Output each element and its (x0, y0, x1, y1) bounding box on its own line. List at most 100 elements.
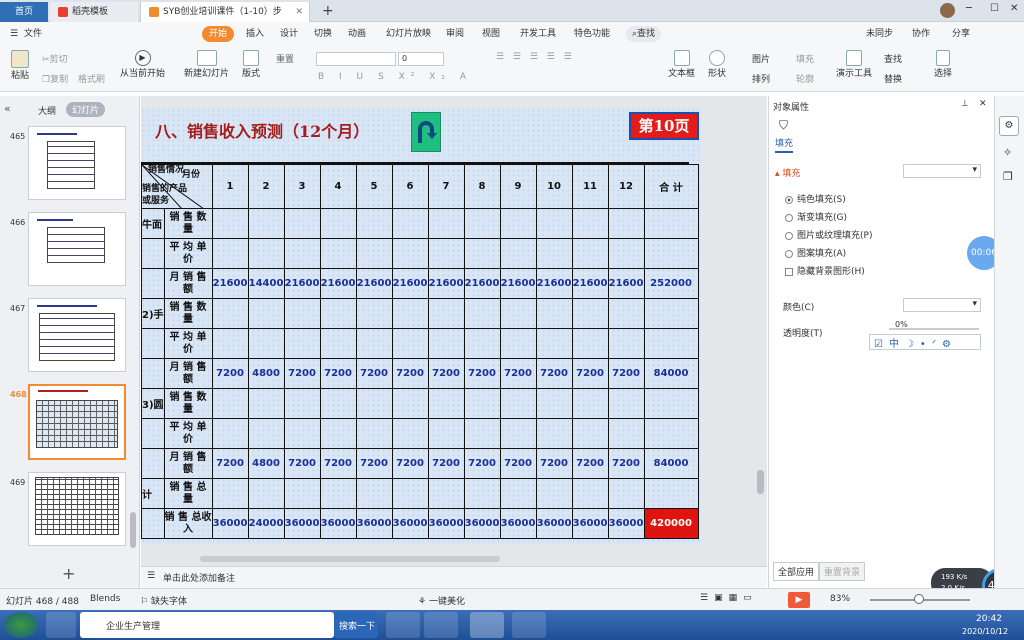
table-cell[interactable] (427, 298, 465, 329)
missing-font-button[interactable]: ⚐ 缺失字体 (140, 594, 187, 607)
slide-thumbnail[interactable] (28, 212, 126, 286)
table-cell[interactable]: 7200 (607, 358, 645, 389)
table-cell[interactable] (283, 208, 321, 239)
window-close-icon[interactable]: ✕ (1010, 3, 1018, 14)
table-cell[interactable] (571, 478, 609, 509)
table-cell[interactable]: 7200 (319, 448, 357, 479)
table-cell[interactable] (535, 388, 573, 419)
table-cell[interactable]: 14400 (247, 268, 285, 299)
table-cell[interactable]: 36000 (571, 508, 609, 539)
table-cell[interactable]: 21600 (211, 268, 249, 299)
table-cell[interactable]: 21600 (607, 268, 645, 299)
color-picker[interactable]: ▾ (903, 298, 981, 312)
table-cell[interactable]: 7200 (211, 358, 249, 389)
font-style-buttons[interactable]: B I U S X² X₂ A (318, 72, 472, 82)
table-cell[interactable] (499, 208, 537, 239)
table-cell[interactable] (391, 388, 429, 419)
close-panel-icon[interactable]: ✕ (979, 99, 987, 109)
table-cell[interactable] (535, 418, 573, 449)
radio-solid-fill[interactable]: 纯色填充(S) (785, 192, 846, 205)
view-buttons[interactable]: ☰▣▦▭ (700, 593, 758, 603)
table-cell[interactable] (247, 238, 285, 269)
transparency-slider[interactable] (889, 328, 979, 330)
table-cell[interactable] (319, 478, 357, 509)
table-cell[interactable] (283, 388, 321, 419)
table-cell[interactable]: 36000 (499, 508, 537, 539)
table-cell[interactable]: 252000 (643, 268, 699, 299)
hide-bg-checkbox[interactable]: 隐藏背景图形(H) (785, 264, 865, 277)
menu-file[interactable]: 文件 (24, 26, 42, 42)
play-slideshow-button[interactable]: ▶ (788, 592, 810, 608)
table-cell[interactable] (643, 208, 699, 239)
table-cell[interactable] (355, 478, 393, 509)
table-cell[interactable] (247, 388, 285, 419)
table-cell[interactable] (283, 238, 321, 269)
table-cell[interactable]: 36000 (427, 508, 465, 539)
table-cell[interactable] (355, 328, 393, 359)
table-cell[interactable]: 36000 (211, 508, 249, 539)
sync-status[interactable]: 未同步 (866, 26, 893, 42)
table-cell[interactable] (427, 328, 465, 359)
table-cell[interactable] (427, 478, 465, 509)
thumbnail-scrollbar[interactable] (130, 512, 136, 548)
paste-button[interactable]: 粘贴 (8, 50, 32, 81)
tab-document[interactable]: SYB创业培训课件（1-10）步 ✕ (140, 2, 310, 22)
table-cell[interactable] (391, 208, 429, 239)
table-cell[interactable]: 7200 (211, 448, 249, 479)
table-cell[interactable]: 4800 (247, 448, 285, 479)
cut-button[interactable]: ✂剪切 (42, 52, 68, 65)
table-cell[interactable] (211, 478, 249, 509)
table-cell[interactable] (319, 328, 357, 359)
menu-devtools[interactable]: 开发工具 (520, 26, 556, 42)
table-cell[interactable] (463, 328, 501, 359)
table-cell[interactable]: 36000 (607, 508, 645, 539)
shape-button[interactable]: 形状 (708, 50, 726, 79)
collapse-panel-icon[interactable]: « (4, 102, 11, 115)
table-cell[interactable] (571, 328, 609, 359)
layout-button[interactable]: 版式 (242, 50, 260, 79)
table-cell[interactable] (643, 418, 699, 449)
radio-gradient-fill[interactable]: 渐变填充(G) (785, 210, 847, 223)
table-cell[interactable]: 36000 (355, 508, 393, 539)
outline-button[interactable]: 轮廓 (796, 72, 814, 85)
table-cell[interactable] (211, 388, 249, 419)
table-cell[interactable]: 21600 (427, 268, 465, 299)
table-cell[interactable]: 7200 (499, 448, 537, 479)
table-cell[interactable] (427, 388, 465, 419)
slide-thumbnail[interactable] (28, 298, 126, 372)
table-cell[interactable]: 21600 (571, 268, 609, 299)
table-cell[interactable] (499, 298, 537, 329)
table-cell[interactable]: 7200 (391, 448, 429, 479)
table-cell[interactable]: 7200 (283, 448, 321, 479)
table-cell[interactable] (535, 298, 573, 329)
table-cell[interactable] (463, 208, 501, 239)
table-cell[interactable] (283, 328, 321, 359)
table-cell[interactable] (247, 298, 285, 329)
table-cell[interactable] (283, 298, 321, 329)
table-cell[interactable] (499, 478, 537, 509)
table-cell[interactable]: 36000 (463, 508, 501, 539)
table-cell[interactable]: 7200 (535, 448, 573, 479)
new-tab-icon[interactable]: + (322, 3, 334, 19)
table-cell[interactable] (571, 388, 609, 419)
table-cell[interactable] (463, 238, 501, 269)
fill-tab[interactable]: 填充 (775, 136, 794, 153)
table-cell[interactable]: 21600 (319, 268, 357, 299)
collaborate-button[interactable]: 协作 (912, 26, 930, 42)
table-cell[interactable] (283, 418, 321, 449)
notes-area[interactable]: ☰ 单击此处添加备注 (141, 566, 767, 588)
table-cell[interactable] (247, 328, 285, 359)
table-cell[interactable] (211, 298, 249, 329)
slide-title[interactable]: 八、销售收入预测（12个月） (155, 118, 369, 142)
table-cell[interactable] (607, 478, 645, 509)
table-cell[interactable] (319, 388, 357, 419)
table-cell[interactable] (283, 478, 321, 509)
table-cell[interactable]: 7200 (355, 358, 393, 389)
table-cell[interactable]: 21600 (283, 268, 321, 299)
menu-animation[interactable]: 动画 (348, 26, 366, 42)
taskbar-app-icon[interactable] (46, 612, 76, 638)
taskbar-app-icon[interactable] (386, 612, 420, 638)
table-cell[interactable] (607, 418, 645, 449)
share-button[interactable]: 分享 (952, 26, 970, 42)
fill-button[interactable]: 填充 (796, 52, 814, 65)
